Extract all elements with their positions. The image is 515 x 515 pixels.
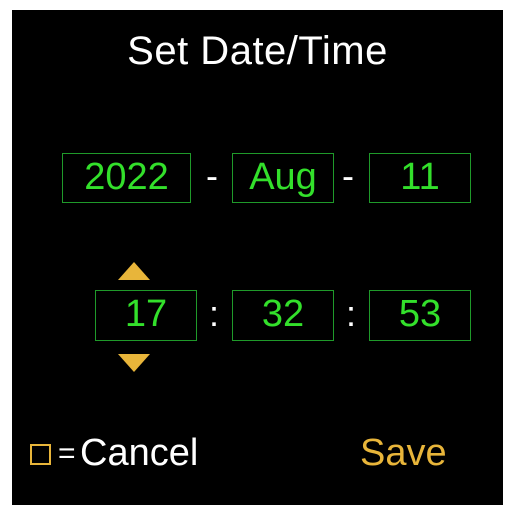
minutes-field[interactable]: 32 — [232, 290, 334, 341]
increment-arrow-icon[interactable] — [118, 262, 150, 280]
time-separator: : — [345, 293, 356, 334]
device-screen: Set Date/Time 2022 - Aug - 11 17 : 32 : … — [12, 10, 503, 505]
seconds-field[interactable]: 53 — [369, 290, 471, 341]
time-separator: : — [208, 293, 219, 334]
cancel-square-icon — [30, 444, 51, 465]
date-separator: - — [206, 155, 218, 196]
year-field[interactable]: 2022 — [62, 153, 191, 203]
cancel-equals-sign: = — [58, 437, 76, 470]
page-title: Set Date/Time — [127, 29, 388, 73]
save-button[interactable]: Save — [360, 431, 447, 475]
date-separator: - — [342, 155, 354, 196]
hours-field[interactable]: 17 — [95, 290, 197, 341]
decrement-arrow-icon[interactable] — [118, 354, 150, 372]
month-field[interactable]: Aug — [232, 153, 334, 203]
day-field[interactable]: 11 — [369, 153, 471, 203]
cancel-button[interactable]: Cancel — [80, 431, 198, 475]
